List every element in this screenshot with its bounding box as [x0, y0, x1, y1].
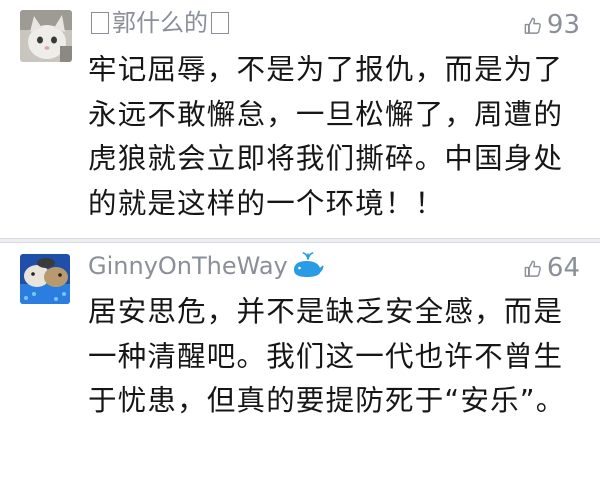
thumbs-up-icon: [524, 17, 541, 34]
comment-item: 郭什么的 93 牢记屈辱，不是为了报仇，而是为了永远不敢懈怠，一旦松懈了，周遭的…: [0, 0, 600, 238]
unknown-glyph-box-icon: [91, 12, 109, 34]
comment-username[interactable]: 郭什么的: [88, 6, 232, 40]
comment-item: GinnyOnTheWay 64 居安思危，并不是缺乏安全感，而是一种清醒吧。我…: [0, 243, 600, 480]
like-button[interactable]: 93: [523, 8, 580, 42]
cat-avatar-icon: [20, 10, 72, 62]
username-text: 郭什么的: [112, 9, 208, 37]
comment-text: 居安思危，并不是缺乏安全感，而是一种清醒吧。我们这一代也许不曾生于忧患，但真的要…: [88, 295, 566, 417]
like-count: 64: [546, 253, 580, 283]
hamster-avatar-icon: [20, 254, 70, 304]
whale-icon: [293, 252, 324, 277]
user-avatar[interactable]: [20, 254, 70, 304]
unknown-glyph-box-icon: [211, 12, 229, 34]
username-text: GinnyOnTheWay: [88, 252, 288, 280]
comment-username[interactable]: GinnyOnTheWay: [88, 249, 324, 283]
thumbs-up-icon: [524, 260, 541, 277]
like-button[interactable]: 64: [523, 251, 580, 285]
like-count: 93: [546, 10, 580, 40]
user-avatar[interactable]: [20, 10, 72, 62]
comment-text: 牢记屈辱，不是为了报仇，而是为了永远不敢懈怠，一旦松懈了，周遭的虎狼就会立即将我…: [88, 53, 564, 220]
